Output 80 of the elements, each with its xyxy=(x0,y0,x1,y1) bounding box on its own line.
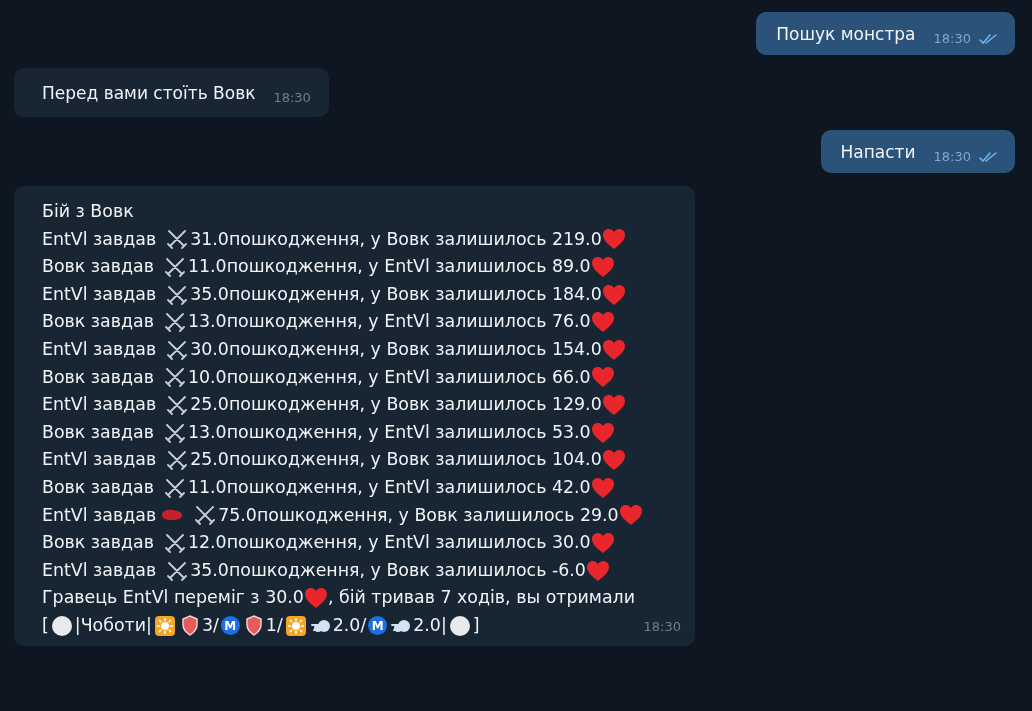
heart-icon xyxy=(601,338,626,361)
battle-text: 3/ xyxy=(201,613,219,637)
heart-icon xyxy=(590,421,615,444)
heart-icon xyxy=(601,393,626,416)
crossed-swords-icon xyxy=(163,367,186,388)
heart-icon xyxy=(303,587,328,610)
battle-text: |Чоботи| xyxy=(74,613,152,637)
metro-badge: M xyxy=(220,616,240,636)
battle-text: EntVl завдав xyxy=(42,448,157,472)
battle-text: EntVl завдав xyxy=(42,393,157,417)
battle-text: [ xyxy=(42,613,49,637)
message-text: Напасти xyxy=(840,142,916,162)
battle-text: 13.0пошкодження, у EntVl залишилось 76.0 xyxy=(187,310,591,334)
metro-badge: M xyxy=(368,616,388,636)
heart-icon xyxy=(590,476,615,499)
message-time: 18:30 xyxy=(643,617,681,636)
heart-icon xyxy=(601,228,626,251)
crossed-swords-icon xyxy=(163,312,186,333)
battle-text: 1/ xyxy=(265,613,283,637)
battle-text: 30.0пошкодження, у Вовк залишилось 154.0 xyxy=(190,337,602,361)
battle-text: EntVl завдав xyxy=(42,558,157,582)
battle-text: 13.0пошкодження, у EntVl залишилось 53.0 xyxy=(187,420,591,444)
heart-icon xyxy=(601,283,626,306)
battle-text: EntVl завдав xyxy=(42,503,157,527)
sun-icon xyxy=(284,614,307,637)
battle-text: 11.0пошкодження, у EntVl залишилось 42.0 xyxy=(187,475,591,499)
crossed-swords-icon xyxy=(166,229,189,250)
shield-icon xyxy=(181,615,198,637)
crossed-swords-icon xyxy=(163,422,186,443)
battle-text: 10.0пошкодження, у EntVl залишилось 66.0 xyxy=(187,365,591,389)
heart-icon xyxy=(585,559,610,582)
crossed-swords-icon xyxy=(163,532,186,553)
battle-text: 35.0пошкодження, у Вовк залишилось 184.0 xyxy=(190,282,602,306)
battle-text: ] xyxy=(472,613,480,637)
battle-text: 12.0пошкодження, у EntVl залишилось 30.0 xyxy=(187,531,591,555)
crossed-swords-icon xyxy=(166,394,189,415)
pearl-icon xyxy=(50,614,73,637)
battle-text: Вовк завдав xyxy=(42,531,154,555)
battle-text: EntVl завдав xyxy=(42,227,157,251)
battle-text: Вовк завдав xyxy=(42,420,154,444)
double-check-icon xyxy=(979,150,997,163)
battle-text: 11.0пошкодження, у EntVl залишилось 89.0 xyxy=(187,255,591,279)
battle-title: Бій з Вовк xyxy=(42,200,135,223)
battle-text: Вовк завдав xyxy=(42,310,154,334)
battle-text: 25.0пошкодження, у Вовк залишилось 104.0 xyxy=(190,448,602,472)
crossed-swords-icon xyxy=(166,450,189,471)
crossed-swords-icon xyxy=(166,284,189,305)
battle-text: EntVl завдав xyxy=(42,337,157,361)
message-time: 18:30 xyxy=(273,90,311,105)
message-text: Перед вами стоїть Вовк xyxy=(42,83,256,103)
crossed-swords-icon xyxy=(194,505,217,526)
message-time: 18:30 xyxy=(933,149,971,164)
crossed-swords-icon xyxy=(163,477,186,498)
shield-icon xyxy=(245,615,262,637)
pearl-icon xyxy=(448,614,471,637)
crossed-swords-icon xyxy=(166,560,189,581)
heart-icon xyxy=(590,366,615,389)
battle-text: Вовк завдав xyxy=(42,365,154,389)
battle-text: 75.0пошкодження, у Вовк залишилось 29.0 xyxy=(218,503,619,527)
battle-text: Гравець EntVl переміг з 30.0 xyxy=(42,586,304,610)
battle-text: Вовк завдав xyxy=(42,475,154,499)
battle-text: 35.0пошкодження, у Вовк залишилось -6.0 xyxy=(190,558,586,582)
double-check-icon xyxy=(979,32,997,45)
heart-icon xyxy=(590,256,615,278)
crossed-swords-icon xyxy=(163,257,186,277)
sun-icon xyxy=(153,614,176,637)
battle-text: 31.0пошкодження, у Вовк залишилось 219.0 xyxy=(190,227,602,251)
battle-text: 2.0| xyxy=(413,613,447,637)
heart-icon xyxy=(590,531,615,554)
battle-text: Вовк завдав xyxy=(42,255,154,279)
message-text: Пошук монстра xyxy=(776,24,916,44)
battle-text: EntVl завдав xyxy=(42,282,157,306)
battle-text: , бій тривав 7 ходів, вы отримали xyxy=(327,586,635,610)
battle-text: 2.0/ xyxy=(332,613,367,637)
crossed-swords-icon xyxy=(166,339,189,360)
heart-icon xyxy=(601,449,626,472)
heart-icon xyxy=(618,504,643,527)
heart-icon xyxy=(590,311,615,334)
message-time: 18:30 xyxy=(933,31,971,46)
battle-text: 25.0пошкодження, у Вовк залишилось 129.0 xyxy=(190,393,602,417)
